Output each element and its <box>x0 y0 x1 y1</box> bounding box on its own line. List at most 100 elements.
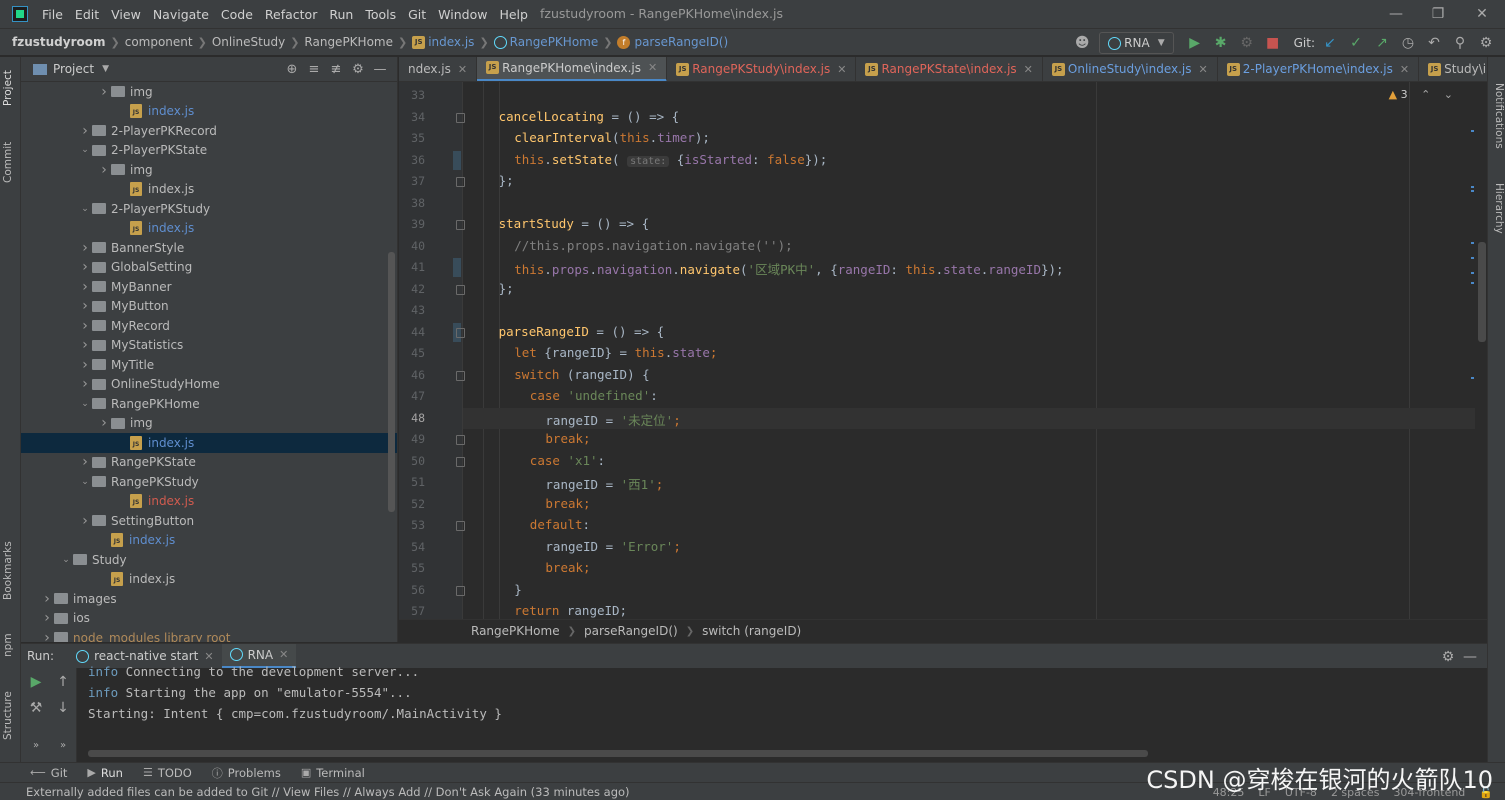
vcs-change-marker[interactable] <box>453 150 461 170</box>
editor-scrollbar[interactable] <box>1475 82 1487 619</box>
line-number[interactable]: 48 <box>399 411 425 425</box>
chevron-right-icon[interactable]: › <box>78 376 92 392</box>
locate-icon[interactable]: ⊕ <box>281 62 303 77</box>
fold-toggle-icon[interactable] <box>456 435 465 445</box>
breadcrumb-file[interactable]: JS index.js <box>412 35 474 49</box>
line-number[interactable]: 35 <box>399 131 425 145</box>
scroll-marker[interactable] <box>1471 272 1474 274</box>
menu-window[interactable]: Window <box>438 7 487 22</box>
tree-folder[interactable]: ⌄ 2-PlayerPKStudy <box>21 199 397 219</box>
editor-scroll-thumb[interactable] <box>1478 242 1486 342</box>
bottom-tab-run[interactable]: ▶ Run <box>87 766 123 780</box>
breadcrumb-component-symbol[interactable]: RangePKHome <box>493 35 598 49</box>
wrench-icon[interactable]: ⚒ <box>25 700 47 716</box>
tree-file[interactable]: JS index.js <box>21 492 397 512</box>
chevron-right-icon[interactable]: › <box>78 318 92 334</box>
menu-refactor[interactable]: Refactor <box>265 7 317 22</box>
tree-file[interactable]: JS index.js <box>21 180 397 200</box>
menu-tools[interactable]: Tools <box>365 7 396 22</box>
bottom-tab-terminal[interactable]: ▣ Terminal <box>301 766 365 780</box>
bottom-tab-todo[interactable]: ☰ TODO <box>143 766 192 780</box>
line-number[interactable]: 33 <box>399 88 425 102</box>
menu-code[interactable]: Code <box>221 7 253 22</box>
line-number[interactable]: 38 <box>399 196 425 210</box>
line-number[interactable]: 40 <box>399 239 425 253</box>
tree-file[interactable]: JS index.js <box>21 433 397 453</box>
tree-folder[interactable]: › BannerStyle <box>21 238 397 258</box>
user-icon[interactable]: ☻ <box>1071 32 1093 54</box>
chevron-right-icon[interactable]: › <box>78 240 92 256</box>
chevron-up-icon[interactable]: ⌃ <box>1421 88 1430 101</box>
line-number[interactable]: 44 <box>399 325 425 339</box>
breadcrumb-component[interactable]: component <box>125 35 193 49</box>
chevron-right-icon[interactable]: › <box>40 630 54 642</box>
project-tree-scrollbar[interactable] <box>388 252 395 512</box>
tree-folder[interactable]: › img <box>21 160 397 180</box>
fold-toggle-icon[interactable] <box>456 177 465 187</box>
status-message[interactable]: Externally added files can be added to G… <box>26 785 630 799</box>
editor-tab[interactable]: JS RangePKHome\index.js ✕ <box>477 57 668 81</box>
editor-tab[interactable]: JS RangePKStudy\index.js ✕ <box>667 57 857 81</box>
chevron-right-icon[interactable]: › <box>78 123 92 139</box>
tool-tab-commit[interactable]: Commit <box>2 135 20 190</box>
console-scrollbar[interactable] <box>88 750 1148 757</box>
menu-help[interactable]: Help <box>499 7 528 22</box>
chevron-right-icon[interactable]: › <box>78 259 92 275</box>
line-number[interactable]: 34 <box>399 110 425 124</box>
run-config-selector[interactable]: RNA ▼ <box>1099 32 1174 54</box>
tree-folder[interactable]: › ios <box>21 609 397 629</box>
scroll-down-icon[interactable]: ↓ <box>52 700 74 716</box>
line-number[interactable]: 50 <box>399 454 425 468</box>
menu-run[interactable]: Run <box>329 7 353 22</box>
line-number[interactable]: 42 <box>399 282 425 296</box>
tool-tab-npm[interactable]: npm <box>2 625 20 665</box>
chevron-down-icon[interactable]: ⌄ <box>78 477 92 487</box>
bottom-tab-problems[interactable]: ⓘ Problems <box>212 765 281 781</box>
run-icon[interactable]: ▶ <box>1184 32 1206 54</box>
dropdown-icon[interactable]: ▼ <box>102 64 109 74</box>
close-icon[interactable]: ✕ <box>1199 63 1208 76</box>
tool-tab-notifications[interactable]: Notifications <box>1489 83 1505 163</box>
tree-file[interactable]: JS index.js <box>21 102 397 122</box>
editor-breadcrumb-item[interactable]: parseRangeID() <box>584 624 678 638</box>
editor-breadcrumb-item[interactable]: RangePKHome <box>471 624 560 638</box>
line-number[interactable]: 47 <box>399 389 425 403</box>
fold-toggle-icon[interactable] <box>456 456 465 467</box>
git-commit-icon[interactable]: ✓ <box>1345 32 1367 54</box>
fold-toggle-icon[interactable] <box>456 585 465 596</box>
tree-folder[interactable]: ⌄ 2-PlayerPKState <box>21 141 397 161</box>
tree-folder[interactable]: › MyStatistics <box>21 336 397 356</box>
tool-tab-structure[interactable]: Structure <box>2 685 20 747</box>
chevron-down-icon[interactable]: ⌄ <box>78 399 92 409</box>
scroll-up-icon[interactable]: ↑ <box>52 674 74 690</box>
inspection-widget[interactable]: ▲ 3 ⌃ ⌄ <box>1389 88 1453 101</box>
chevron-right-icon[interactable]: › <box>40 610 54 626</box>
tree-folder[interactable]: › MyTitle <box>21 355 397 375</box>
tree-folder[interactable]: › OnlineStudyHome <box>21 375 397 395</box>
editor-tab[interactable]: JSStudy\index.js✕ <box>1419 57 1487 81</box>
menu-edit[interactable]: Edit <box>75 7 99 22</box>
chevron-down-icon[interactable]: ⌄ <box>1444 88 1453 101</box>
tree-folder[interactable]: ⌄ RangePKStudy <box>21 472 397 492</box>
close-icon[interactable]: ✕ <box>1024 63 1033 76</box>
line-number[interactable]: 55 <box>399 561 425 575</box>
chevron-right-icon[interactable]: › <box>40 591 54 607</box>
tree-folder[interactable]: › GlobalSetting <box>21 258 397 278</box>
chevron-right-icon[interactable]: › <box>97 84 111 100</box>
chevron-right-icon[interactable]: › <box>78 337 92 353</box>
breadcrumb-function[interactable]: f parseRangeID() <box>617 35 728 49</box>
chevron-right-icon[interactable]: › <box>78 357 92 373</box>
line-number[interactable]: 49 <box>399 432 425 446</box>
tree-folder[interactable]: › img <box>21 82 397 102</box>
scroll-marker[interactable] <box>1471 190 1474 192</box>
close-icon[interactable]: ✕ <box>837 63 846 76</box>
editor-tab[interactable]: JS RangePKState\index.js ✕ <box>856 57 1043 81</box>
tree-folder[interactable]: ⌄ RangePKHome <box>21 394 397 414</box>
collapse-all-icon[interactable]: ≢ <box>325 62 347 77</box>
tree-file[interactable]: JS index.js <box>21 531 397 551</box>
scroll-marker[interactable] <box>1471 282 1474 284</box>
history-icon[interactable]: ◷ <box>1397 32 1419 54</box>
tree-file[interactable]: JS index.js <box>21 570 397 590</box>
tree-folder[interactable]: › SettingButton <box>21 511 397 531</box>
line-number[interactable]: 56 <box>399 583 425 597</box>
